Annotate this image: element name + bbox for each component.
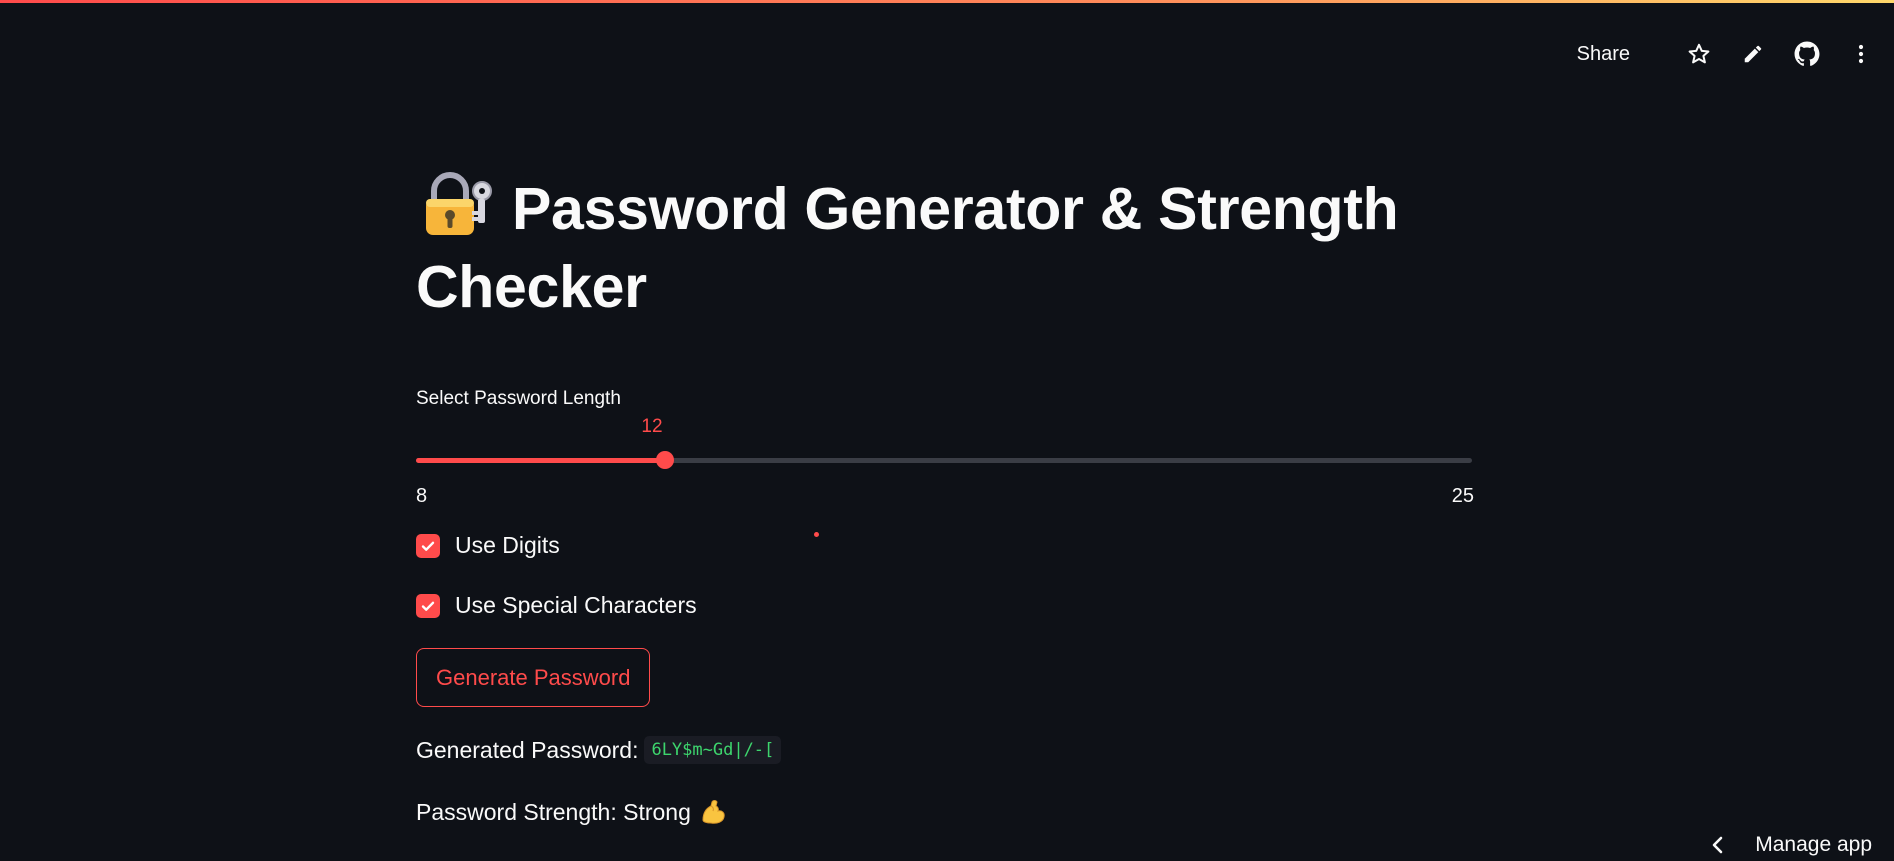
locked-with-key-icon xyxy=(424,171,494,237)
slider-value: 12 xyxy=(641,416,663,437)
header-decoration-bar xyxy=(0,0,1894,3)
slider-min-label: 8 xyxy=(416,485,428,507)
use-special-characters-label: Use Special Characters xyxy=(455,592,697,618)
slider-track[interactable] xyxy=(416,451,1472,469)
top-toolbar: Share xyxy=(1577,36,1874,72)
slider-label: Select Password Length xyxy=(416,388,621,409)
checkbox-checked-icon[interactable] xyxy=(416,593,440,618)
share-button[interactable]: Share xyxy=(1577,43,1630,66)
use-digits-label: Use Digits xyxy=(455,532,560,558)
flexed-biceps-icon xyxy=(699,798,727,826)
generate-password-button[interactable]: Generate Password xyxy=(416,648,651,707)
main-content: Password Generator & Strength Checker Se… xyxy=(416,170,1474,825)
manage-app-label: Manage app xyxy=(1755,833,1872,856)
focus-dot xyxy=(814,532,819,537)
password-strength-line: Password Strength: Strong xyxy=(416,798,727,826)
password-strength-text: Password Strength: Strong xyxy=(416,798,691,825)
page-title-text: Password Generator & Strength Checker xyxy=(416,176,1399,320)
password-length-slider: Select Password Length 12 8 25 xyxy=(416,388,1474,507)
github-icon[interactable] xyxy=(1794,41,1820,67)
generated-password-label: Generated Password: xyxy=(416,736,639,763)
star-icon[interactable] xyxy=(1686,41,1712,67)
generated-password-line: Generated Password: 6LY$m~Gd|/-[ xyxy=(416,736,782,764)
use-digits-checkbox[interactable]: Use Digits xyxy=(416,532,560,559)
more-vertical-icon[interactable] xyxy=(1848,41,1874,67)
slider-max-label: 25 xyxy=(1451,485,1474,507)
generated-password-value: 6LY$m~Gd|/-[ xyxy=(644,736,782,764)
slider-fill xyxy=(416,458,664,463)
checkbox-checked-icon[interactable] xyxy=(416,533,440,558)
pencil-icon[interactable] xyxy=(1740,41,1766,67)
manage-app-button[interactable]: Manage app xyxy=(1711,833,1872,857)
page-title: Password Generator & Strength Checker xyxy=(416,170,1474,326)
use-special-characters-checkbox[interactable]: Use Special Characters xyxy=(416,592,697,619)
slider-thumb[interactable] xyxy=(656,451,674,469)
chevron-left-icon xyxy=(1712,836,1723,854)
